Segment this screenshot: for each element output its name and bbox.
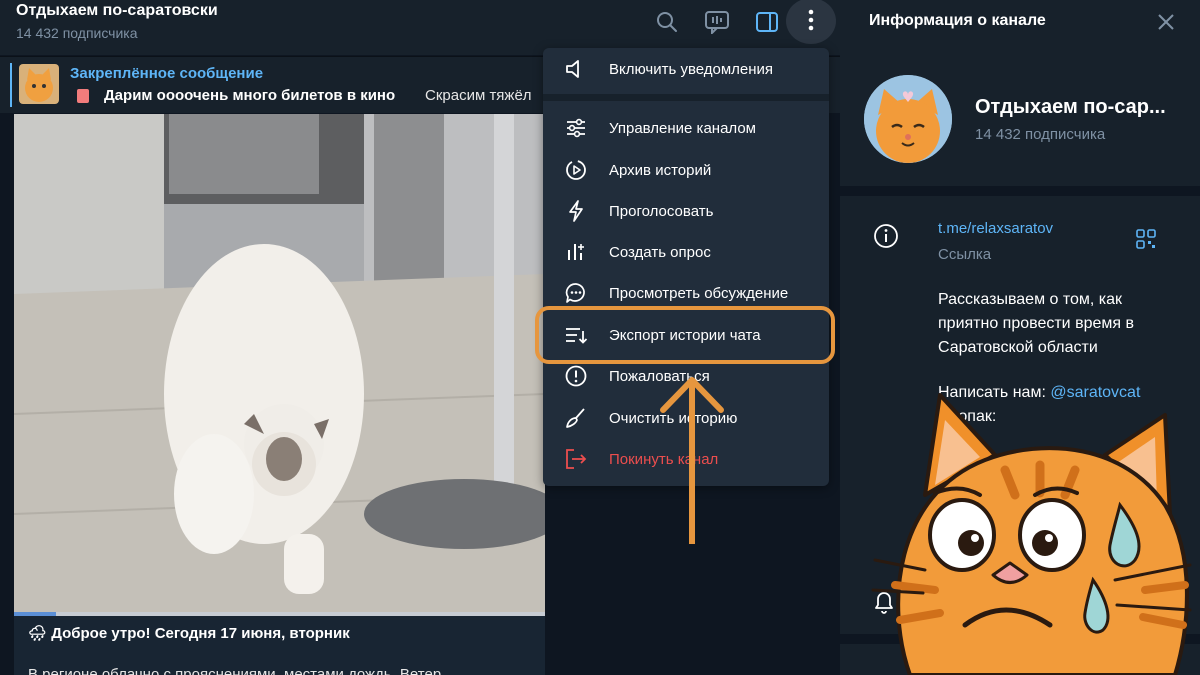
pinned-text: Дарим оооочень много билетов в кино — [104, 87, 396, 104]
info-subscriber-count: 14 432 подписчика — [975, 126, 1106, 143]
video-preview[interactable] — [14, 114, 545, 614]
chat-header[interactable]: Отдыхаем по-саратовски 14 432 подписчика — [0, 0, 840, 55]
sidebar-toggle-icon[interactable] — [750, 8, 784, 36]
channel-description: Рассказываем о том, как приятно провести… — [938, 291, 1134, 356]
subscriber-count: 14 432 подписчика — [16, 25, 138, 41]
menu-item-vote[interactable]: Проголосовать — [543, 191, 829, 231]
info-header: Информация о канале — [840, 0, 1200, 44]
menu-item-create-poll[interactable]: Создать опрос — [543, 232, 829, 272]
menu-label: Включить уведомления — [609, 60, 774, 78]
channel-title[interactable]: Отдыхаем по-саратовски — [16, 2, 218, 20]
menu-label: Проголосовать — [609, 202, 714, 220]
channel-name: Отдыхаем по-сар... — [975, 96, 1166, 118]
pinned-title: Закреплённое сообщение — [70, 65, 264, 82]
menu-label: Просмотреть обсуждение — [609, 284, 789, 302]
story-archive-icon — [563, 157, 589, 183]
discussion-icon — [563, 280, 589, 306]
menu-label: Архив историй — [609, 161, 712, 179]
search-icon[interactable] — [650, 8, 684, 36]
section-divider — [840, 186, 1200, 196]
message-bubble[interactable]: 🌧 Доброе утро! Сегодня 17 июня, вторник … — [14, 114, 545, 675]
video-progress-bar[interactable] — [14, 612, 545, 616]
more-button[interactable] — [786, 0, 836, 44]
menu-item-enable-notifications[interactable]: Включить уведомления — [543, 49, 829, 89]
qr-code-icon[interactable] — [1136, 229, 1156, 249]
channel-avatar[interactable] — [864, 75, 952, 163]
report-icon — [563, 363, 589, 389]
ticket-emoji-icon — [77, 89, 89, 103]
menu-separator — [543, 94, 829, 101]
rain-cloud-icon: 🌧 — [28, 625, 48, 642]
post-body: В регионе облачно с прояснениями, местам… — [28, 666, 442, 675]
broom-icon — [563, 405, 589, 431]
lightning-icon — [563, 198, 589, 224]
menu-label: Управление каналом — [609, 119, 756, 137]
menu-label: Создать опрос — [609, 243, 711, 261]
channel-link[interactable]: t.me/relaxsaratov — [938, 220, 1053, 237]
pinned-thumbnail — [19, 64, 59, 104]
info-icon — [874, 224, 898, 248]
discussion-icon[interactable] — [700, 8, 734, 36]
pin-indicator — [10, 63, 12, 107]
pinned-text-more: Скрасим тяжёл — [425, 87, 532, 104]
video-progress-fill — [14, 612, 57, 616]
info-title: Информация о канале — [869, 12, 1046, 29]
more-vertical-icon — [808, 9, 814, 31]
post-caption-text: Доброе утро! Сегодня 17 июня, вторник — [51, 625, 350, 642]
leave-icon — [563, 446, 589, 472]
speaker-icon — [563, 56, 589, 82]
up-arrow-annotation — [660, 377, 724, 544]
menu-item-story-archive[interactable]: Архив историй — [543, 150, 829, 190]
post-caption: 🌧 Доброе утро! Сегодня 17 июня, вторник — [28, 624, 350, 642]
close-icon[interactable] — [1154, 10, 1178, 34]
sliders-icon — [563, 115, 589, 141]
menu-item-manage-channel[interactable]: Управление каналом — [543, 108, 829, 148]
worried-cat-sticker — [871, 393, 1192, 675]
channel-link-label: Ссылка — [938, 246, 992, 263]
poll-icon — [563, 239, 589, 265]
highlight-frame — [535, 306, 835, 364]
